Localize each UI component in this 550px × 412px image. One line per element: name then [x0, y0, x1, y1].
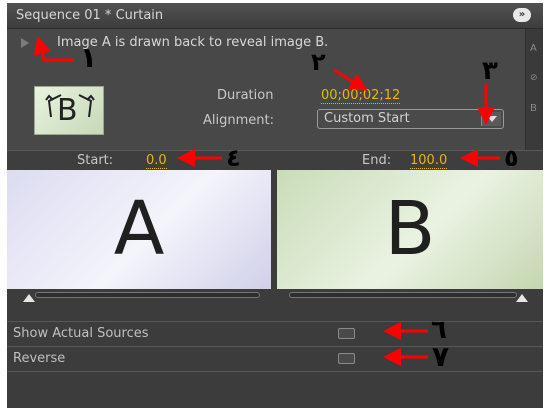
link-icon: ⊘ — [530, 73, 538, 83]
start-value[interactable]: 0.0 — [146, 153, 167, 169]
panel-menu-button[interactable]: » — [513, 8, 531, 22]
preview-b-letter: B — [384, 186, 436, 272]
end-value[interactable]: 100.0 — [410, 153, 448, 169]
start-slider-handle[interactable] — [23, 294, 35, 302]
start-end-row: Start: 0.0 End: 100.0 — [7, 150, 543, 170]
annotation-label-3: ٣ — [482, 56, 498, 86]
end-label: End: — [362, 153, 392, 168]
alignment-label: Alignment: — [203, 113, 274, 128]
show-actual-sources-checkbox[interactable] — [338, 328, 355, 339]
preview-image-a[interactable]: A — [7, 170, 271, 289]
annotation-label-7: ٧ — [432, 340, 450, 373]
thumbnail-letter: B — [57, 93, 78, 128]
reverse-checkbox[interactable] — [338, 353, 355, 364]
annotation-label-4: ٤ — [226, 144, 241, 172]
end-slider-track[interactable] — [289, 292, 517, 298]
show-actual-sources-label: Show Actual Sources — [13, 326, 149, 341]
chevron-down-icon — [487, 116, 497, 122]
duration-value[interactable]: 00;00;02;12 — [321, 88, 401, 104]
reverse-label: Reverse — [13, 351, 66, 366]
start-label: Start: — [77, 153, 114, 168]
end-slider-handle[interactable] — [516, 294, 528, 302]
annotation-label-5: ٥ — [504, 144, 519, 172]
panel-titlebar: Sequence 01 * Curtain » — [7, 3, 543, 29]
preview-image-b[interactable]: B — [277, 170, 543, 289]
timeline-strip: A ⊘ B — [525, 29, 543, 150]
transition-thumbnail: B — [34, 86, 104, 135]
empty-row — [7, 371, 543, 408]
strip-letter-a: A — [530, 43, 537, 54]
alignment-value: Custom Start — [324, 111, 410, 126]
preview-a-letter: A — [113, 186, 165, 272]
alignment-dropdown-button[interactable] — [481, 112, 501, 126]
double-chevron-right-icon: » — [518, 9, 526, 20]
reverse-row: Reverse — [7, 346, 543, 370]
show-actual-sources-row: Show Actual Sources — [7, 321, 543, 345]
alignment-select[interactable]: Custom Start — [317, 109, 504, 129]
transition-description: Image A is drawn back to reveal image B. — [57, 35, 329, 50]
play-icon[interactable] — [21, 38, 29, 48]
start-slider-track[interactable] — [35, 292, 260, 298]
annotation-label-1: ١ — [80, 41, 98, 74]
panel-title: Sequence 01 * Curtain — [16, 8, 164, 23]
annotation-label-2: ٢ — [311, 48, 326, 76]
strip-letter-b: B — [530, 103, 537, 114]
start-end-sliders — [7, 289, 543, 311]
duration-label: Duration — [217, 88, 274, 103]
